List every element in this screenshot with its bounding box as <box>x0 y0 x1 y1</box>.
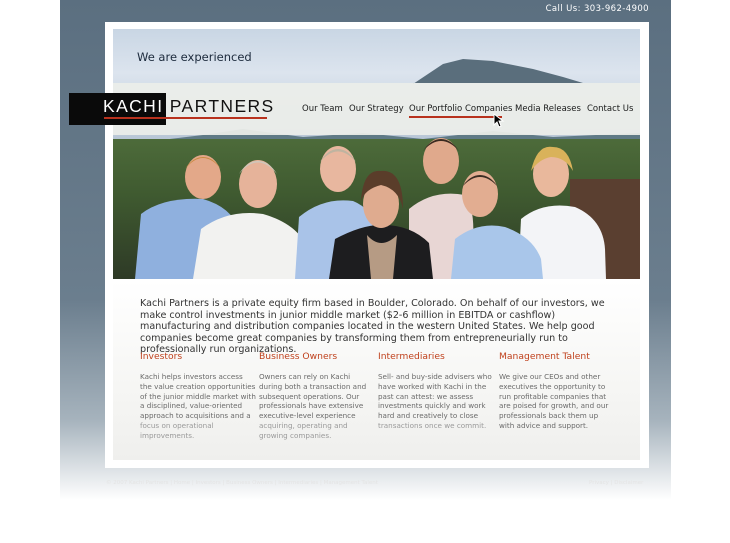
nav-our-strategy[interactable]: Our Strategy <box>349 104 404 114</box>
nav-media-releases[interactable]: Media Releases <box>515 104 581 114</box>
hero-image: We are experienced <box>113 29 640 279</box>
mouse-cursor-icon <box>493 113 505 128</box>
footer-links[interactable]: © 2007 Kachi Partners | Home | Investors… <box>106 480 378 486</box>
call-us-text: Call Us: 303-962-4900 <box>545 4 649 14</box>
logo-word-partners: PARTNERS <box>169 96 275 116</box>
column-body-business-owners-faded: acquiring, operating and growing compani… <box>259 420 348 440</box>
logo-word-kachi: KACHI <box>103 96 164 116</box>
column-body-intermediaries-text: Sell- and buy-side advisers who have wor… <box>378 372 492 421</box>
nav-contact-us[interactable]: Contact Us <box>587 104 633 114</box>
column-title-investors[interactable]: Investors <box>140 351 182 362</box>
column-body-business-owners-text: Owners can rely on Kachi during both a t… <box>259 372 367 421</box>
column-body-intermediaries: Sell- and buy-side advisers who have wor… <box>378 372 494 431</box>
column-title-business-owners[interactable]: Business Owners <box>259 351 337 362</box>
logo-underline <box>104 117 267 119</box>
column-body-management-talent-text: We give our CEOs and other executives th… <box>499 372 609 430</box>
footer-privacy-links[interactable]: Privacy | Disclaimer <box>589 480 643 486</box>
column-body-management-talent: We give our CEOs and other executives th… <box>499 372 615 431</box>
intro-paragraph: Kachi Partners is a private equity firm … <box>140 298 605 356</box>
nav-our-team[interactable]: Our Team <box>302 104 343 114</box>
company-logo[interactable]: KACHI PARTNERS <box>103 96 275 117</box>
column-body-investors: Kachi helps investors access the value c… <box>140 372 256 441</box>
column-body-business-owners: Owners can rely on Kachi during both a t… <box>259 372 375 441</box>
column-body-investors-text: Kachi helps investors access the value c… <box>140 372 256 421</box>
nav-active-indicator <box>409 116 502 118</box>
column-body-investors-faded: focus on operational improvements. <box>140 420 214 440</box>
team-photo <box>135 138 606 279</box>
column-body-intermediaries-faded: transactions once we commit. <box>378 420 487 430</box>
column-title-intermediaries[interactable]: Intermediaries <box>378 351 445 362</box>
column-title-management-talent[interactable]: Management Talent <box>499 351 590 362</box>
